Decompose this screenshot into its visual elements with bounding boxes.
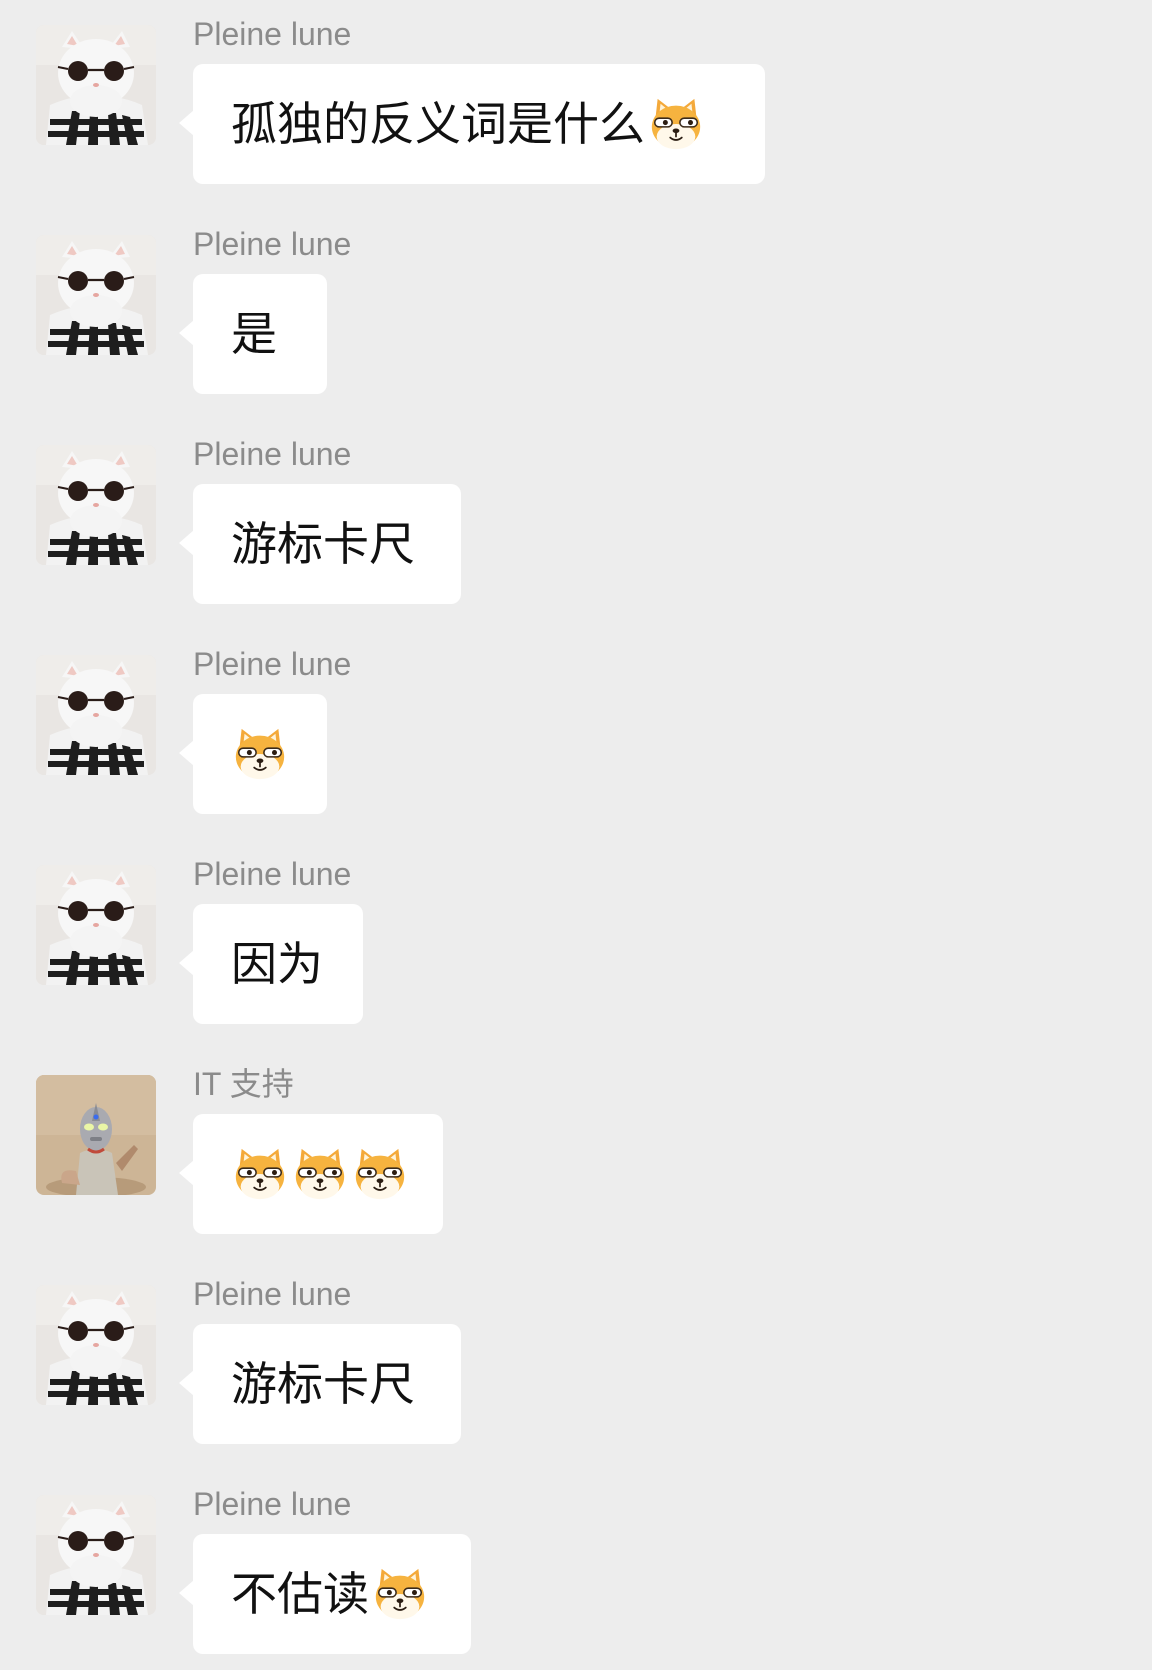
message-bubble[interactable]: 是	[179, 274, 327, 394]
message-bubble[interactable]: 游标卡尺	[179, 1324, 461, 1444]
message-text: 游标卡尺	[231, 1357, 415, 1411]
message-text: 因为	[231, 937, 323, 991]
message-bubble[interactable]: 因为	[179, 904, 363, 1024]
sender-name: Pleine lune	[193, 436, 352, 472]
cat-avatar-icon[interactable]	[36, 445, 156, 565]
cat-avatar-icon[interactable]	[36, 865, 156, 985]
chat-message: Pleine lune 孤独的反义词是什么	[0, 0, 1152, 200]
chat-message: Pleine lune 游标卡尺	[0, 1260, 1152, 1460]
message-text: 游标卡尺	[231, 517, 415, 571]
sender-name: Pleine lune	[193, 856, 352, 892]
dog-emoji-icon	[351, 1145, 409, 1203]
message-bubble[interactable]: 游标卡尺	[179, 484, 461, 604]
message-text: 是	[231, 307, 277, 361]
ultraman-avatar-icon[interactable]	[36, 1075, 156, 1195]
sender-name: IT 支持	[193, 1066, 294, 1102]
sender-name: Pleine lune	[193, 16, 352, 52]
message-bubble[interactable]: 不估读	[179, 1534, 471, 1654]
cat-avatar-icon[interactable]	[36, 1285, 156, 1405]
message-bubble[interactable]	[179, 1114, 443, 1234]
sender-name: Pleine lune	[193, 646, 352, 682]
chat-message-list[interactable]: Pleine lune 孤独的反义词是什么 Pleine lune 是 Plei…	[0, 0, 1152, 1665]
message-bubble[interactable]	[179, 694, 327, 814]
message-bubble[interactable]: 孤独的反义词是什么	[179, 64, 765, 184]
sender-name: Pleine lune	[193, 1276, 352, 1312]
message-text: 不估读	[231, 1567, 369, 1621]
dog-emoji-icon	[231, 725, 289, 783]
chat-message: Pleine lune 因为	[0, 840, 1152, 1040]
chat-message: Pleine lune 不估读	[0, 1470, 1152, 1670]
dog-emoji-icon	[291, 1145, 349, 1203]
chat-message: Pleine lune 是	[0, 210, 1152, 410]
sender-name: Pleine lune	[193, 226, 352, 262]
sender-name: Pleine lune	[193, 1486, 352, 1522]
cat-avatar-icon[interactable]	[36, 1495, 156, 1615]
chat-message: Pleine lune 游标卡尺	[0, 420, 1152, 620]
chat-message: Pleine lune	[0, 630, 1152, 830]
cat-avatar-icon[interactable]	[36, 235, 156, 355]
cat-avatar-icon[interactable]	[36, 655, 156, 775]
cat-avatar-icon[interactable]	[36, 25, 156, 145]
message-text: 孤独的反义词是什么	[231, 97, 645, 151]
dog-emoji-icon	[371, 1565, 429, 1623]
dog-emoji-icon	[647, 95, 705, 153]
chat-message: IT 支持	[0, 1050, 1152, 1250]
dog-emoji-icon	[231, 1145, 289, 1203]
